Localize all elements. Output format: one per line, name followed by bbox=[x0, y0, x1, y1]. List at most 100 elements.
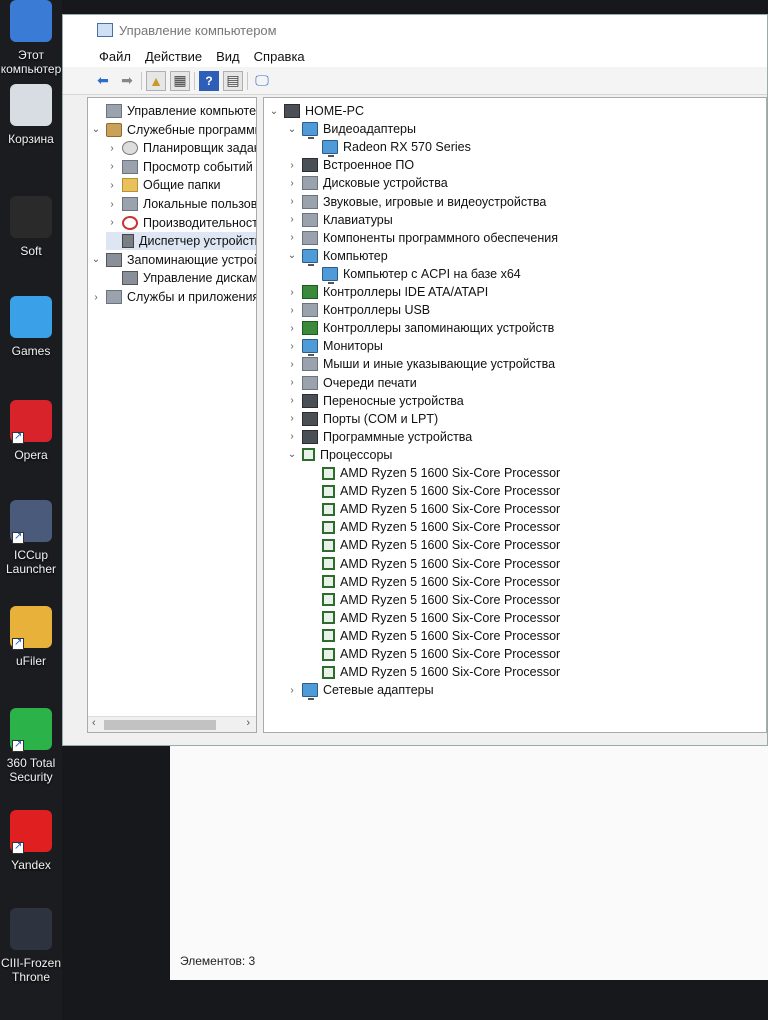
tree-item[interactable]: Управление компьютером (л bbox=[90, 102, 256, 120]
expand-chevron-icon[interactable]: ⌄ bbox=[286, 124, 298, 135]
tree-item[interactable]: › Общие папки bbox=[106, 176, 221, 194]
forward-arrow-icon[interactable]: ➡ bbox=[117, 71, 137, 91]
processor-icon bbox=[322, 629, 335, 643]
device-tree-item[interactable]: Компьютер с ACPI на базе x64 bbox=[306, 265, 521, 284]
tree-item[interactable]: Управление дисками bbox=[106, 269, 256, 287]
back-arrow-icon[interactable]: ⬅ bbox=[93, 71, 113, 91]
device-tree-item[interactable]: › Дисковые устройства bbox=[286, 174, 448, 192]
device-tree-item[interactable]: › Звуковые, игровые и видеоустройства bbox=[286, 193, 546, 211]
desktop-icon[interactable]: 360 Total Security bbox=[0, 708, 71, 784]
device-tree-item[interactable]: AMD Ryzen 5 1600 Six-Core Processor bbox=[306, 536, 560, 554]
properties-icon[interactable]: ▤ bbox=[223, 70, 243, 91]
desktop-icon[interactable]: Yandex bbox=[0, 810, 71, 872]
tree-item[interactable]: › Производительность bbox=[106, 214, 256, 232]
help-icon[interactable]: ? bbox=[199, 70, 219, 91]
expand-chevron-icon[interactable]: › bbox=[106, 199, 118, 210]
device-tree-item[interactable]: AMD Ryzen 5 1600 Six-Core Processor bbox=[306, 573, 560, 591]
desktop-icon[interactable]: Этот компьютер bbox=[0, 0, 71, 76]
scrollbar-thumb[interactable] bbox=[104, 720, 216, 730]
device-tree-item[interactable]: › Сетевые адаптеры bbox=[286, 681, 434, 701]
device-tree-item[interactable]: AMD Ryzen 5 1600 Six-Core Processor bbox=[306, 663, 560, 681]
expand-chevron-icon[interactable]: › bbox=[286, 685, 298, 696]
device-tree-item[interactable]: AMD Ryzen 5 1600 Six-Core Processor bbox=[306, 482, 560, 500]
desktop-icon[interactable]: Корзина bbox=[0, 84, 71, 146]
expand-chevron-icon[interactable]: › bbox=[286, 232, 298, 243]
tree-item[interactable]: › Просмотр событий bbox=[106, 158, 253, 176]
device-tree-item[interactable]: AMD Ryzen 5 1600 Six-Core Processor bbox=[306, 464, 560, 482]
show-hide-tree-icon[interactable]: ▦ bbox=[170, 70, 190, 91]
desktop-icon[interactable]: uFiler bbox=[0, 606, 71, 668]
device-tree-item[interactable]: AMD Ryzen 5 1600 Six-Core Processor bbox=[306, 627, 560, 645]
toolbar-separator bbox=[247, 71, 248, 90]
tree-item[interactable]: Диспетчер устройств bbox=[106, 232, 256, 251]
expand-chevron-icon[interactable]: › bbox=[106, 180, 118, 191]
tree-item[interactable]: › Планировщик заданий bbox=[106, 139, 256, 157]
expand-chevron-icon[interactable]: › bbox=[286, 160, 298, 171]
title-bar[interactable]: Управление компьютером bbox=[63, 15, 767, 45]
expand-chevron-icon[interactable]: › bbox=[286, 359, 298, 370]
expand-chevron-icon[interactable]: › bbox=[286, 341, 298, 352]
device-tree-item[interactable]: AMD Ryzen 5 1600 Six-Core Processor bbox=[306, 555, 560, 573]
expand-chevron-icon[interactable]: › bbox=[286, 323, 298, 334]
device-tree-item[interactable]: › Клавиатуры bbox=[286, 211, 393, 229]
scroll-left-icon[interactable]: ‹ bbox=[92, 717, 96, 729]
expand-chevron-icon[interactable]: › bbox=[286, 287, 298, 298]
expand-chevron-icon[interactable]: › bbox=[106, 143, 118, 154]
device-tree-item[interactable]: AMD Ryzen 5 1600 Six-Core Processor bbox=[306, 591, 560, 609]
device-tree-item[interactable]: ⌄ HOME-PC bbox=[268, 102, 364, 120]
expand-chevron-icon[interactable]: › bbox=[286, 196, 298, 207]
device-tree-item[interactable]: › Контроллеры запоминающих устройств bbox=[286, 319, 554, 337]
device-tree-item[interactable]: ⌄ Компьютер bbox=[286, 247, 388, 266]
expand-chevron-icon[interactable]: › bbox=[90, 292, 102, 303]
up-folder-icon[interactable]: ▲ bbox=[146, 70, 166, 91]
menu-view[interactable]: Вид bbox=[216, 49, 240, 64]
expand-chevron-icon[interactable]: ⌄ bbox=[268, 106, 280, 117]
device-tree-item[interactable]: › Мониторы bbox=[286, 337, 383, 357]
expand-chevron-icon[interactable]: › bbox=[286, 413, 298, 424]
menu-action[interactable]: Действие bbox=[145, 49, 202, 64]
expand-chevron-icon[interactable]: › bbox=[106, 217, 118, 228]
expand-chevron-icon[interactable]: › bbox=[286, 305, 298, 316]
device-tree-item[interactable]: › Контроллеры USB bbox=[286, 301, 430, 319]
menu-help[interactable]: Справка bbox=[254, 49, 305, 64]
desktop-icon[interactable]: ICCup Launcher bbox=[0, 500, 71, 576]
tree-item[interactable]: ⌄ Запоминающие устройст bbox=[90, 251, 256, 269]
expand-chevron-icon[interactable]: ⌄ bbox=[90, 254, 102, 265]
desktop-icon[interactable]: Games bbox=[0, 296, 71, 358]
desktop-icon[interactable]: Soft bbox=[0, 196, 71, 258]
storage-icon bbox=[106, 252, 122, 267]
device-tree-item[interactable]: › Мыши и иные указывающие устройства bbox=[286, 355, 555, 373]
monitor-icon[interactable]: 🖵 bbox=[252, 71, 272, 91]
expand-chevron-icon[interactable]: › bbox=[286, 377, 298, 388]
device-tree-item[interactable]: AMD Ryzen 5 1600 Six-Core Processor bbox=[306, 500, 560, 518]
device-tree-item[interactable]: › Порты (COM и LPT) bbox=[286, 410, 438, 428]
device-tree-item[interactable]: › Контроллеры IDE ATA/ATAPI bbox=[286, 283, 488, 301]
device-tree-item[interactable]: › Встроенное ПО bbox=[286, 156, 414, 174]
device-tree-item[interactable]: › Программные устройства bbox=[286, 428, 472, 446]
horizontal-scrollbar[interactable]: ‹ › bbox=[88, 716, 256, 732]
device-tree-item[interactable]: ⌄ Видеоадаптеры bbox=[286, 120, 416, 140]
device-tree-item[interactable]: AMD Ryzen 5 1600 Six-Core Processor bbox=[306, 518, 560, 536]
expand-chevron-icon[interactable]: ⌄ bbox=[286, 250, 298, 261]
expand-chevron-icon[interactable]: › bbox=[286, 214, 298, 225]
tree-item[interactable]: › Службы и приложения bbox=[90, 288, 256, 306]
device-tree-item[interactable]: AMD Ryzen 5 1600 Six-Core Processor bbox=[306, 609, 560, 627]
device-tree-item[interactable]: AMD Ryzen 5 1600 Six-Core Processor bbox=[306, 645, 560, 663]
desktop-icon[interactable]: CIII-Frozen Throne bbox=[0, 908, 71, 984]
tree-item[interactable]: › Локальные пользовате bbox=[106, 195, 256, 213]
tree-item[interactable]: ⌄ Служебные программы bbox=[90, 121, 256, 139]
device-tree-item[interactable]: › Компоненты программного обеспечения bbox=[286, 229, 558, 247]
device-tree-item[interactable]: Radeon RX 570 Series bbox=[306, 138, 471, 158]
expand-chevron-icon[interactable]: › bbox=[106, 161, 118, 172]
expand-chevron-icon[interactable]: ⌄ bbox=[286, 449, 298, 460]
desktop-icon[interactable]: Opera bbox=[0, 400, 71, 462]
expand-chevron-icon[interactable]: › bbox=[286, 395, 298, 406]
menu-file[interactable]: Файл bbox=[99, 49, 131, 64]
expand-chevron-icon[interactable]: › bbox=[286, 178, 298, 189]
expand-chevron-icon[interactable]: › bbox=[286, 431, 298, 442]
device-tree-item[interactable]: › Очереди печати bbox=[286, 374, 417, 392]
device-tree-item[interactable]: ⌄ Процессоры bbox=[286, 446, 393, 464]
expand-chevron-icon[interactable]: ⌄ bbox=[90, 124, 102, 135]
scroll-right-icon[interactable]: › bbox=[246, 717, 250, 729]
device-tree-item[interactable]: › Переносные устройства bbox=[286, 392, 464, 410]
